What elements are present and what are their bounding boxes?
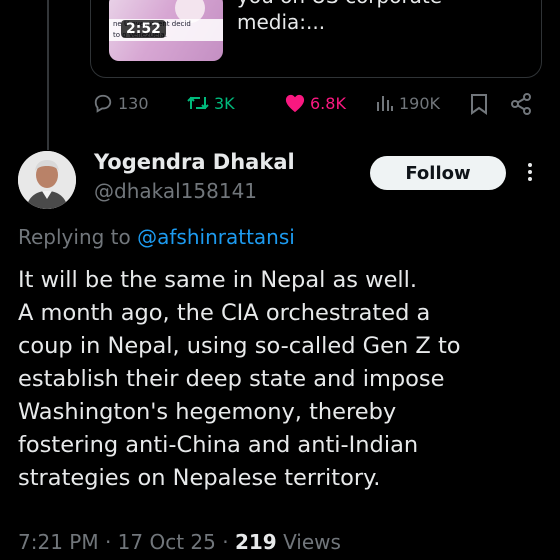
bookmark-button[interactable] [470, 93, 488, 115]
reply-count: 130 [118, 93, 149, 113]
video-thumbnail[interactable]: ne U overnment decid to o Venezuela. 2:5… [109, 0, 223, 61]
repost-icon [187, 96, 209, 110]
views-button[interactable]: 190K [375, 93, 440, 113]
post-views-label: Views [283, 530, 341, 554]
views-bar-chart-icon [377, 96, 393, 111]
share-icon [511, 93, 531, 115]
repost-count: 3K [214, 93, 235, 113]
replying-to-mention-link[interactable]: @afshinrattansi [137, 225, 295, 249]
like-count: 6.8K [310, 93, 346, 113]
post-views-count: 219 [234, 530, 277, 554]
quoted-post-text: you on US corporate media:... [237, 0, 442, 34]
author-handle[interactable]: @dhakal158141 [94, 179, 257, 203]
post-action-bar: 130 3K 6.8K 190K [0, 93, 560, 117]
views-count: 190K [399, 93, 441, 113]
share-button[interactable] [510, 93, 532, 115]
author-name[interactable]: Yogendra Dhakal [94, 150, 295, 174]
replying-to-line: Replying to @afshinrattansi [18, 225, 295, 249]
replying-to-prefix: Replying to [18, 225, 138, 249]
reply-icon [94, 94, 112, 113]
reply-button[interactable]: 130 [92, 93, 149, 113]
post-date[interactable]: 17 Oct 25 [118, 530, 216, 554]
post-body-text: It will be the same in Nepal as well. A … [18, 267, 461, 491]
quoted-post-card[interactable]: ne U overnment decid to o Venezuela. 2:5… [90, 0, 542, 78]
like-button[interactable]: 6.8K [284, 93, 346, 113]
avatar[interactable] [18, 151, 76, 209]
video-duration-badge: 2:52 [121, 20, 166, 38]
follow-button[interactable]: Follow [370, 156, 506, 190]
heart-icon [285, 94, 305, 113]
post-time[interactable]: 7:21 PM [18, 530, 99, 554]
post-metadata: 7:21 PM · 17 Oct 25 · 219 Views [18, 530, 341, 554]
avatar-photo [18, 151, 76, 209]
repost-button[interactable]: 3K [186, 93, 235, 113]
thread-connector-line [47, 0, 49, 150]
bookmark-icon [471, 94, 487, 115]
more-options-icon[interactable] [522, 160, 538, 186]
